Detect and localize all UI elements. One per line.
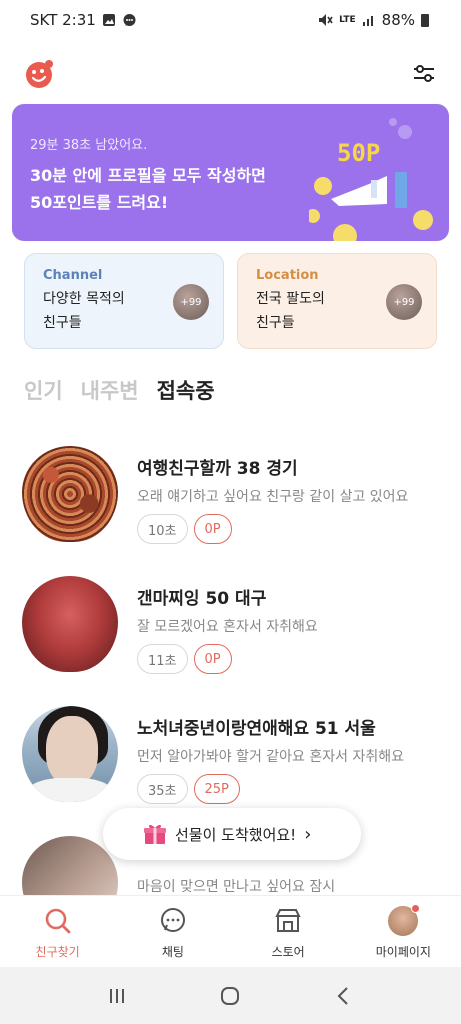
user-chips: 35초 25P <box>137 774 240 804</box>
list-item[interactable]: 갠마찌잉 50 대구 잘 모르겠어요 혼자서 자취해요 11초 0P <box>0 570 461 700</box>
count-badge: +99 <box>386 284 422 320</box>
gift-icon <box>144 824 166 844</box>
logo-icon[interactable] <box>24 58 56 90</box>
image-icon <box>102 14 115 26</box>
toast-label: 선물이 도착했어요! <box>175 825 297 844</box>
points-label: 50P <box>337 139 380 167</box>
chat-icon <box>160 908 185 932</box>
banner-message: 30분 안에 프로필을 모두 작성하면 50포인트를 드려요! <box>30 162 320 216</box>
nav-label: 채팅 <box>161 945 184 959</box>
card-eyebrow: Location <box>256 268 319 283</box>
nav-chat[interactable]: 채팅 <box>115 896 230 967</box>
status-bar: SKT 2:31 LTE 88% <box>0 0 461 40</box>
list-item[interactable]: 여행친구할까 38 경기 오래 얘기하고 싶어요 친구랑 같이 살고 있어요 1… <box>0 440 461 570</box>
tab-online[interactable]: 접속중 <box>157 375 215 405</box>
app-header <box>0 48 461 100</box>
card-title-line-1: 다양한 목적의 <box>43 291 125 307</box>
card-title: 다양한 목적의 친구들 <box>43 287 163 335</box>
count-badge: +99 <box>173 284 209 320</box>
last-seen-chip: 10초 <box>137 514 188 544</box>
last-seen-chip: 11초 <box>137 644 188 674</box>
list-tabs: 인기 내주변 접속중 <box>24 375 215 405</box>
avatar <box>388 904 421 936</box>
chevron-right-icon: › <box>304 823 312 845</box>
filter-sliders-icon[interactable] <box>411 61 437 87</box>
channel-card[interactable]: Channel 다양한 목적의 친구들 +99 <box>24 253 224 349</box>
user-description: 먼저 알아가봐야 할거 같아요 혼자서 자취해요 <box>137 749 404 765</box>
banner-line-1: 30분 안에 프로필을 모두 작성하면 <box>30 166 266 185</box>
user-chips: 10초 0P <box>137 514 232 544</box>
search-icon <box>45 908 71 934</box>
card-eyebrow: Channel <box>43 268 103 283</box>
gift-toast[interactable]: 선물이 도착했어요! › <box>103 808 361 860</box>
user-description: 마음이 맞으면 만나고 싶어요 잠시 <box>137 879 336 895</box>
points-chip: 25P <box>193 774 240 804</box>
nav-label: 친구찾기 <box>35 945 80 959</box>
last-seen-chip: 35초 <box>137 774 188 804</box>
avatar[interactable] <box>22 576 118 672</box>
nav-label: 마이페이지 <box>375 945 431 959</box>
user-name: 갠마찌잉 50 대구 <box>137 589 267 609</box>
tab-popular[interactable]: 인기 <box>24 375 63 405</box>
mute-icon <box>319 14 333 26</box>
banner-line-2: 50포인트를 드려요! <box>30 193 169 212</box>
avatar-face <box>46 716 98 786</box>
points-chip: 0P <box>193 644 232 674</box>
banner-timer: 29분 38초 남았어요. <box>30 138 148 153</box>
store-icon <box>275 909 301 932</box>
location-card[interactable]: Location 전국 팔도의 친구들 +99 <box>237 253 437 349</box>
back-icon[interactable] <box>332 984 356 1008</box>
nav-label: 스토어 <box>271 945 305 959</box>
home-icon[interactable] <box>218 984 242 1008</box>
points-chip: 0P <box>193 514 232 544</box>
user-chips: 11초 0P <box>137 644 232 674</box>
avatar[interactable] <box>22 706 118 802</box>
system-nav-bar <box>0 967 461 1024</box>
battery-icon <box>421 13 429 27</box>
network-label: LTE <box>339 15 356 25</box>
recent-apps-icon[interactable] <box>105 984 129 1008</box>
notification-dot <box>411 904 421 913</box>
profile-promo-banner[interactable]: 29분 38초 남았어요. 30분 안에 프로필을 모두 작성하면 50포인트를… <box>12 104 449 241</box>
user-description: 잘 모르겠어요 혼자서 자취해요 <box>137 619 318 635</box>
user-description: 오래 얘기하고 싶어요 친구랑 같이 살고 있어요 <box>137 489 409 505</box>
user-list: 여행친구할까 38 경기 오래 얘기하고 싶어요 친구랑 같이 살고 있어요 1… <box>0 440 461 960</box>
card-title-line-1: 전국 팔도의 <box>256 291 325 307</box>
battery-percent: 88% <box>381 11 415 29</box>
bottom-nav: 친구찾기 채팅 스토어 마이페이지 <box>0 895 461 967</box>
status-right: LTE 88% <box>317 11 429 29</box>
nav-my-page[interactable]: 마이페이지 <box>346 896 461 967</box>
card-title-line-2: 친구들 <box>256 315 295 331</box>
avatar[interactable] <box>22 446 118 542</box>
carrier-time: SKT 2:31 <box>30 11 96 29</box>
status-left: SKT 2:31 <box>30 11 137 29</box>
user-name: 노처녀중년이랑연애해요 51 서울 <box>137 719 376 739</box>
tab-nearby[interactable]: 내주변 <box>81 375 139 405</box>
message-icon <box>123 13 136 26</box>
card-title-line-2: 친구들 <box>43 315 82 331</box>
signal-icon <box>362 16 373 26</box>
avatar-shirt <box>26 778 114 802</box>
card-title: 전국 팔도의 친구들 <box>256 287 376 335</box>
points-illustration: 50P <box>309 118 433 241</box>
nav-store[interactable]: 스토어 <box>231 896 346 967</box>
category-cards: Channel 다양한 목적의 친구들 +99 Location 전국 팔도의 … <box>24 253 437 349</box>
user-name: 여행친구할까 38 경기 <box>137 459 298 479</box>
nav-find-friends[interactable]: 친구찾기 <box>0 896 115 967</box>
